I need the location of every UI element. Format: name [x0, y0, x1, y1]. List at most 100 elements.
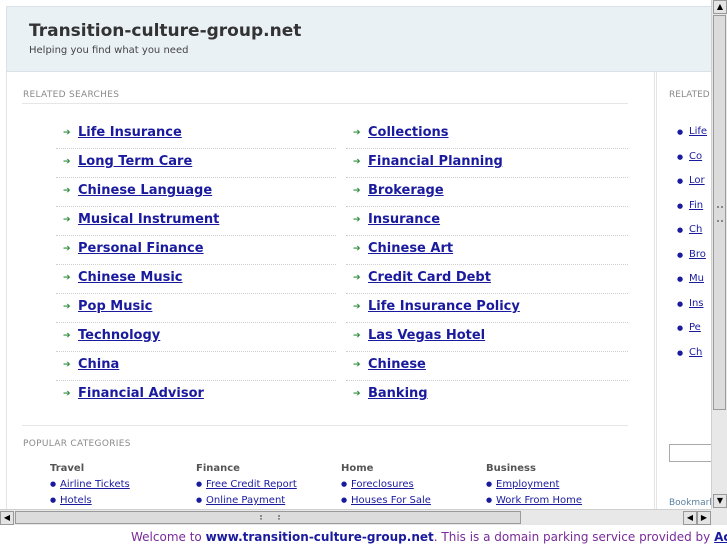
bullet-icon: ●	[486, 480, 493, 488]
arrow-icon: ➔	[63, 215, 71, 225]
related-search-link[interactable]: Chinese Language	[78, 183, 212, 198]
related-search-link[interactable]: Credit Card Debt	[368, 270, 491, 285]
horizontal-scroll-thumb[interactable]	[15, 511, 521, 524]
horizontal-scrollbar[interactable]: ◀ ◀ ▶	[0, 509, 711, 525]
popular-categories-label: POPULAR CATEGORIES	[23, 439, 131, 449]
related-search-link[interactable]: Chinese Art	[368, 241, 453, 256]
bullet-icon: ●	[677, 152, 684, 161]
category-link[interactable]: Work From Home	[496, 495, 582, 506]
related-search-item: ➔ Chinese Language	[63, 183, 212, 198]
related-search-item: ➔ Life Insurance Policy	[353, 299, 520, 314]
row-divider	[56, 322, 336, 323]
category-link[interactable]: Free Credit Report	[206, 479, 297, 490]
category-title: Finance	[196, 463, 240, 474]
bookmark-link[interactable]: Bookmark	[669, 498, 711, 508]
arrow-icon: ➔	[353, 331, 361, 341]
scroll-down-button[interactable]: ▼	[713, 494, 727, 508]
row-divider	[56, 148, 336, 149]
right-related-item: ● Pe	[677, 322, 701, 333]
related-search-link[interactable]: Chinese Music	[78, 270, 183, 285]
category-link[interactable]: Houses For Sale	[351, 495, 431, 506]
row-divider	[346, 235, 628, 236]
scroll-up-button[interactable]: ▲	[713, 0, 727, 14]
bullet-icon: ●	[677, 348, 684, 357]
scroll-left-button[interactable]: ◀	[0, 511, 14, 525]
related-search-item: ➔ Pop Music	[63, 299, 152, 314]
arrow-icon: ➔	[63, 273, 71, 283]
related-search-link[interactable]: Life Insurance	[78, 125, 182, 140]
provider-link[interactable]: Active-	[714, 530, 727, 544]
related-search-link[interactable]: Long Term Care	[78, 154, 192, 169]
bullet-icon: ●	[196, 496, 203, 504]
right-related-link[interactable]: Life	[689, 126, 707, 137]
related-search-item: ➔ Financial Planning	[353, 154, 503, 169]
category-title: Home	[341, 463, 374, 474]
bullet-icon: ●	[677, 250, 684, 259]
related-search-link[interactable]: China	[78, 357, 119, 372]
row-divider	[346, 264, 628, 265]
vertical-scrollbar[interactable]: ▲ ▼	[711, 0, 727, 509]
vertical-scroll-thumb[interactable]	[713, 15, 726, 410]
right-related-link[interactable]: Bro	[689, 249, 706, 260]
category-link[interactable]: Online Payment	[206, 495, 285, 506]
related-search-link[interactable]: Pop Music	[78, 299, 152, 314]
bullet-icon: ●	[677, 226, 684, 234]
category-link[interactable]: Employment	[496, 479, 559, 490]
right-related-item: ● Bro	[677, 249, 706, 260]
related-search-link[interactable]: Insurance	[368, 212, 440, 227]
related-search-link[interactable]: Life Insurance Policy	[368, 299, 520, 314]
right-related-link[interactable]: Pe	[689, 322, 701, 333]
arrow-icon: ➔	[63, 389, 71, 399]
related-search-link[interactable]: Collections	[368, 125, 449, 140]
arrow-icon: ➔	[353, 273, 361, 283]
bullet-icon: ●	[50, 496, 57, 504]
bullet-icon: ●	[677, 128, 684, 136]
footer-middle: . This is a domain parking service provi…	[433, 530, 715, 544]
right-related-label: RELATED	[669, 90, 710, 100]
arrow-icon: ➔	[353, 302, 361, 312]
related-search-link[interactable]: Financial Advisor	[78, 386, 204, 401]
row-divider	[346, 177, 628, 178]
search-input[interactable]	[669, 444, 711, 462]
arrow-icon: ➔	[353, 244, 361, 254]
arrow-icon: ➔	[63, 157, 71, 167]
bullet-icon: ●	[486, 496, 493, 504]
related-search-link[interactable]: Musical Instrument	[78, 212, 219, 227]
right-related-link[interactable]: Ins	[689, 298, 704, 309]
related-search-link[interactable]: Las Vegas Hotel	[368, 328, 485, 343]
related-search-item: ➔ Life Insurance	[63, 125, 182, 140]
grip-icon	[260, 515, 280, 520]
related-search-link[interactable]: Brokerage	[368, 183, 444, 198]
arrow-icon: ➔	[353, 157, 361, 167]
right-related-link[interactable]: Ch	[689, 224, 702, 235]
right-related-link[interactable]: Fin	[689, 200, 703, 211]
bullet-icon: ●	[677, 177, 684, 185]
row-divider	[56, 264, 336, 265]
category-title: Travel	[50, 463, 85, 474]
related-search-link[interactable]: Technology	[78, 328, 160, 343]
right-related-link[interactable]: Ch	[689, 347, 702, 358]
related-search-link[interactable]: Chinese	[368, 357, 426, 372]
category-link[interactable]: Foreclosures	[351, 479, 414, 490]
related-search-item: ➔ Musical Instrument	[63, 212, 219, 227]
row-divider	[346, 322, 628, 323]
scroll-right-button[interactable]: ▶	[697, 511, 711, 525]
row-divider	[346, 351, 628, 352]
scrollbar-corner	[711, 509, 727, 525]
related-search-link[interactable]: Financial Planning	[368, 154, 503, 169]
right-related-link[interactable]: Co	[689, 151, 702, 162]
arrow-icon: ➔	[63, 186, 71, 196]
right-related-item: ● Fin	[677, 200, 703, 211]
related-search-item: ➔ Technology	[63, 328, 160, 343]
related-search-link[interactable]: Banking	[368, 386, 428, 401]
category-link[interactable]: Airline Tickets	[60, 479, 130, 490]
category-item: ● Foreclosures	[341, 479, 414, 490]
right-related-link[interactable]: Mu	[689, 273, 704, 284]
category-link[interactable]: Hotels	[60, 495, 92, 506]
right-related-link[interactable]: Lor	[689, 175, 705, 186]
related-search-link[interactable]: Personal Finance	[78, 241, 204, 256]
related-search-item: ➔ Banking	[353, 386, 428, 401]
right-related-item: ● Ins	[677, 298, 704, 309]
category-item: ● Houses For Sale	[341, 495, 431, 506]
scroll-left-button-2[interactable]: ◀	[683, 511, 697, 525]
